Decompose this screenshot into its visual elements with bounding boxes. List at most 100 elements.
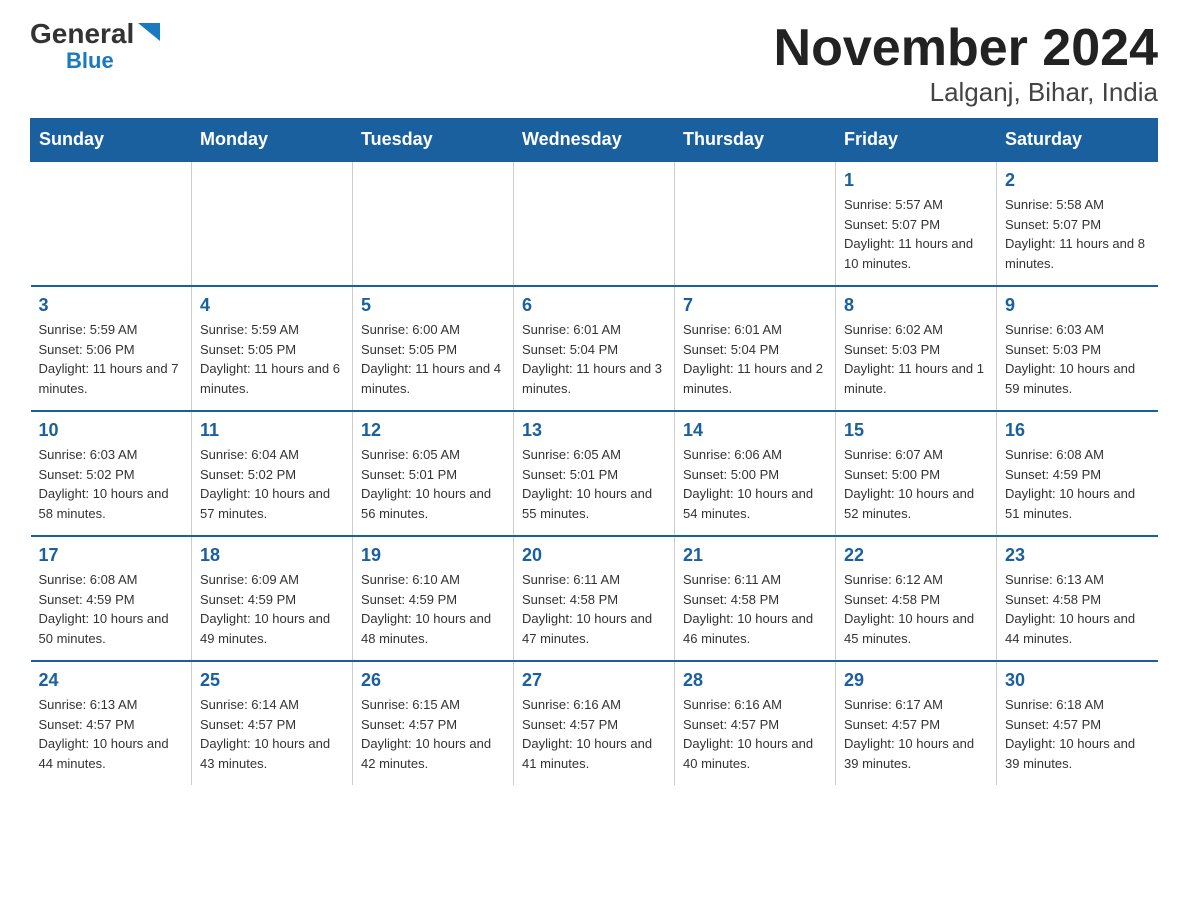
day-number: 9 (1005, 295, 1150, 316)
day-number: 25 (200, 670, 344, 691)
calendar-week-3: 10Sunrise: 6:03 AMSunset: 5:02 PMDayligh… (31, 411, 1158, 536)
calendar-cell (514, 161, 675, 286)
day-number: 18 (200, 545, 344, 566)
day-info: Sunrise: 5:59 AMSunset: 5:06 PMDaylight:… (39, 320, 184, 398)
day-number: 24 (39, 670, 184, 691)
day-info: Sunrise: 6:11 AMSunset: 4:58 PMDaylight:… (522, 570, 666, 648)
day-number: 30 (1005, 670, 1150, 691)
day-info: Sunrise: 6:09 AMSunset: 4:59 PMDaylight:… (200, 570, 344, 648)
logo-general-text: General (30, 20, 134, 48)
calendar-cell: 6 Sunrise: 6:01 AMSunset: 5:04 PMDaylight… (514, 286, 675, 411)
day-number: 14 (683, 420, 827, 441)
calendar-cell: 18 Sunrise: 6:09 AMSunset: 4:59 PMDayligh… (192, 536, 353, 661)
day-number: 8 (844, 295, 988, 316)
day-info: Sunrise: 6:08 AMSunset: 4:59 PMDaylight:… (39, 570, 184, 648)
day-info: Sunrise: 6:07 AMSunset: 5:00 PMDaylight:… (844, 445, 988, 523)
day-info: Sunrise: 6:05 AMSunset: 5:01 PMDaylight:… (522, 445, 666, 523)
day-number: 4 (200, 295, 344, 316)
calendar-cell: 12 Sunrise: 6:05 AMSunset: 5:01 PMDayligh… (353, 411, 514, 536)
calendar-cell: 28Sunrise: 6:16 AMSunset: 4:57 PMDayligh… (675, 661, 836, 785)
day-number: 17 (39, 545, 184, 566)
calendar-cell: 30 Sunrise: 6:18 AMSunset: 4:57 PMDayligh… (997, 661, 1158, 785)
day-number: 23 (1005, 545, 1150, 566)
calendar-week-4: 17 Sunrise: 6:08 AMSunset: 4:59 PMDayligh… (31, 536, 1158, 661)
day-number: 7 (683, 295, 827, 316)
calendar-cell: 11Sunrise: 6:04 AMSunset: 5:02 PMDayligh… (192, 411, 353, 536)
day-number: 3 (39, 295, 184, 316)
calendar-cell: 7 Sunrise: 6:01 AMSunset: 5:04 PMDaylight… (675, 286, 836, 411)
logo-triangle-icon (138, 23, 160, 41)
calendar-cell: 4Sunrise: 5:59 AMSunset: 5:05 PMDaylight… (192, 286, 353, 411)
calendar-cell: 17 Sunrise: 6:08 AMSunset: 4:59 PMDayligh… (31, 536, 192, 661)
day-info: Sunrise: 6:00 AMSunset: 5:05 PMDaylight:… (361, 320, 505, 398)
calendar-cell: 10Sunrise: 6:03 AMSunset: 5:02 PMDayligh… (31, 411, 192, 536)
day-info: Sunrise: 6:01 AMSunset: 5:04 PMDaylight:… (522, 320, 666, 398)
day-info: Sunrise: 6:13 AMSunset: 4:58 PMDaylight:… (1005, 570, 1150, 648)
day-info: Sunrise: 6:01 AMSunset: 5:04 PMDaylight:… (683, 320, 827, 398)
calendar-table: SundayMondayTuesdayWednesdayThursdayFrid… (30, 118, 1158, 785)
calendar-cell: 9 Sunrise: 6:03 AMSunset: 5:03 PMDaylight… (997, 286, 1158, 411)
day-info: Sunrise: 6:17 AMSunset: 4:57 PMDaylight:… (844, 695, 988, 773)
day-number: 26 (361, 670, 505, 691)
day-number: 2 (1005, 170, 1150, 191)
calendar-cell: 23 Sunrise: 6:13 AMSunset: 4:58 PMDayligh… (997, 536, 1158, 661)
day-number: 29 (844, 670, 988, 691)
day-number: 19 (361, 545, 505, 566)
header-day-thursday: Thursday (675, 119, 836, 162)
calendar-week-2: 3 Sunrise: 5:59 AMSunset: 5:06 PMDaylight… (31, 286, 1158, 411)
day-info: Sunrise: 6:05 AMSunset: 5:01 PMDaylight:… (361, 445, 505, 523)
day-info: Sunrise: 6:03 AMSunset: 5:02 PMDaylight:… (39, 445, 184, 523)
calendar-cell: 3 Sunrise: 5:59 AMSunset: 5:06 PMDaylight… (31, 286, 192, 411)
day-number: 12 (361, 420, 505, 441)
day-number: 27 (522, 670, 666, 691)
calendar-cell: 15 Sunrise: 6:07 AMSunset: 5:00 PMDayligh… (836, 411, 997, 536)
day-number: 20 (522, 545, 666, 566)
calendar-cell: 8 Sunrise: 6:02 AMSunset: 5:03 PMDaylight… (836, 286, 997, 411)
day-info: Sunrise: 6:06 AMSunset: 5:00 PMDaylight:… (683, 445, 827, 523)
day-info: Sunrise: 6:18 AMSunset: 4:57 PMDaylight:… (1005, 695, 1150, 773)
title-block: November 2024 Lalganj, Bihar, India (774, 20, 1158, 108)
calendar-cell (192, 161, 353, 286)
calendar-cell (31, 161, 192, 286)
calendar-cell (353, 161, 514, 286)
day-info: Sunrise: 6:16 AMSunset: 4:57 PMDaylight:… (522, 695, 666, 773)
day-number: 5 (361, 295, 505, 316)
calendar-week-1: 1Sunrise: 5:57 AMSunset: 5:07 PMDaylight… (31, 161, 1158, 286)
calendar-cell (675, 161, 836, 286)
header-day-sunday: Sunday (31, 119, 192, 162)
header-day-friday: Friday (836, 119, 997, 162)
day-info: Sunrise: 6:02 AMSunset: 5:03 PMDaylight:… (844, 320, 988, 398)
calendar-subtitle: Lalganj, Bihar, India (774, 77, 1158, 108)
calendar-week-5: 24 Sunrise: 6:13 AMSunset: 4:57 PMDayligh… (31, 661, 1158, 785)
calendar-title: November 2024 (774, 20, 1158, 77)
day-number: 15 (844, 420, 988, 441)
calendar-cell: 27 Sunrise: 6:16 AMSunset: 4:57 PMDayligh… (514, 661, 675, 785)
calendar-cell: 21Sunrise: 6:11 AMSunset: 4:58 PMDayligh… (675, 536, 836, 661)
calendar-cell: 16 Sunrise: 6:08 AMSunset: 4:59 PMDayligh… (997, 411, 1158, 536)
calendar-cell: 19Sunrise: 6:10 AMSunset: 4:59 PMDayligh… (353, 536, 514, 661)
day-number: 16 (1005, 420, 1150, 441)
day-info: Sunrise: 5:57 AMSunset: 5:07 PMDaylight:… (844, 195, 988, 273)
day-info: Sunrise: 6:14 AMSunset: 4:57 PMDaylight:… (200, 695, 344, 773)
day-number: 6 (522, 295, 666, 316)
header-day-wednesday: Wednesday (514, 119, 675, 162)
logo: General Blue (30, 20, 160, 74)
header-day-monday: Monday (192, 119, 353, 162)
day-number: 22 (844, 545, 988, 566)
calendar-cell: 13 Sunrise: 6:05 AMSunset: 5:01 PMDayligh… (514, 411, 675, 536)
header-day-saturday: Saturday (997, 119, 1158, 162)
day-info: Sunrise: 6:13 AMSunset: 4:57 PMDaylight:… (39, 695, 184, 773)
day-info: Sunrise: 6:03 AMSunset: 5:03 PMDaylight:… (1005, 320, 1150, 398)
day-info: Sunrise: 5:58 AMSunset: 5:07 PMDaylight:… (1005, 195, 1150, 273)
calendar-cell: 24 Sunrise: 6:13 AMSunset: 4:57 PMDayligh… (31, 661, 192, 785)
day-info: Sunrise: 6:16 AMSunset: 4:57 PMDaylight:… (683, 695, 827, 773)
calendar-header-row: SundayMondayTuesdayWednesdayThursdayFrid… (31, 119, 1158, 162)
logo-blue-text: Blue (66, 48, 114, 74)
calendar-cell: 14 Sunrise: 6:06 AMSunset: 5:00 PMDayligh… (675, 411, 836, 536)
calendar-cell: 22Sunrise: 6:12 AMSunset: 4:58 PMDayligh… (836, 536, 997, 661)
calendar-cell: 25 Sunrise: 6:14 AMSunset: 4:57 PMDayligh… (192, 661, 353, 785)
day-info: Sunrise: 6:08 AMSunset: 4:59 PMDaylight:… (1005, 445, 1150, 523)
calendar-cell: 5 Sunrise: 6:00 AMSunset: 5:05 PMDaylight… (353, 286, 514, 411)
day-number: 11 (200, 420, 344, 441)
day-number: 13 (522, 420, 666, 441)
